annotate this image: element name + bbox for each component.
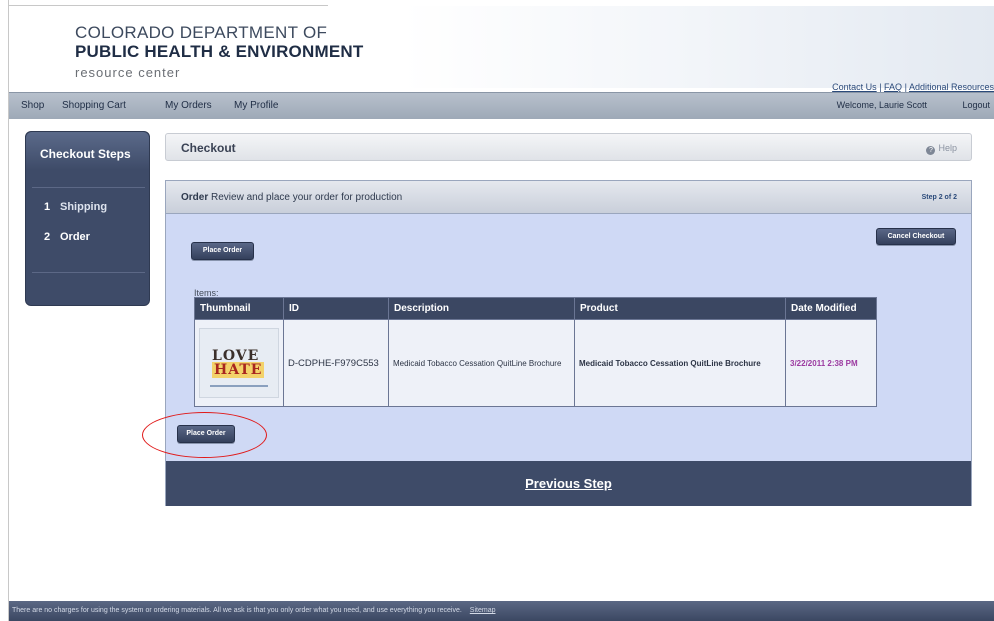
- logo-line-1: COLORADO DEPARTMENT OF: [75, 23, 328, 42]
- help-label: Help: [938, 143, 957, 153]
- sitemap-link[interactable]: Sitemap: [470, 607, 496, 614]
- place-order-button-top[interactable]: Place Order: [191, 242, 254, 260]
- site-header: COLORADO DEPARTMENT OF PUBLIC HEALTH & E…: [9, 6, 994, 92]
- additional-resources-link[interactable]: Additional Resources: [909, 82, 994, 92]
- items-table: Thumbnail ID Description Product Date Mo…: [194, 297, 877, 407]
- page: COLORADO DEPARTMENT OF PUBLIC HEALTH & E…: [0, 0, 994, 621]
- page-title: Checkout: [181, 141, 236, 155]
- thumbnail-cell: LOVE HATE: [194, 319, 284, 407]
- step-label: Shipping: [60, 201, 108, 213]
- sidebar-title: Checkout Steps: [26, 132, 149, 170]
- col-date-modified: Date Modified: [785, 297, 877, 320]
- logo-line-2: PUBLIC HEALTH & ENVIRONMENT: [75, 42, 364, 61]
- order-heading: Order Review and place your order for pr…: [181, 192, 402, 203]
- order-panel: Order Review and place your order for pr…: [165, 180, 972, 506]
- order-panel-header: Order Review and place your order for pr…: [166, 181, 971, 214]
- step-number: 1: [44, 201, 51, 213]
- col-thumbnail: Thumbnail: [194, 297, 284, 320]
- utility-links: Contact Us | FAQ | Additional Resources: [832, 82, 994, 92]
- logo[interactable]: COLORADO DEPARTMENT OF PUBLIC HEALTH & E…: [75, 23, 364, 81]
- checkout-header: Checkout ? Help: [165, 133, 972, 161]
- previous-step-bar: Previous Step: [166, 461, 971, 506]
- table-header-row: Thumbnail ID Description Product Date Mo…: [194, 297, 877, 320]
- item-description: Medicaid Tobacco Cessation QuitLine Broc…: [388, 319, 575, 407]
- nav-my-profile[interactable]: My Profile: [234, 100, 278, 111]
- logo-line-3: resource center: [75, 65, 181, 80]
- step-shipping[interactable]: 1 Shipping: [44, 201, 107, 213]
- step-indicator: Step 2 of 2: [921, 194, 957, 201]
- item-date-modified: 3/22/2011 2:38 PM: [785, 319, 877, 407]
- item-product: Medicaid Tobacco Cessation QuitLine Broc…: [574, 319, 786, 407]
- welcome-text: Welcome, Laurie Scott: [836, 100, 927, 110]
- nav-shopping-cart[interactable]: Shopping Cart: [62, 100, 126, 111]
- col-product: Product: [574, 297, 786, 320]
- checkout-steps-sidebar: Checkout Steps 1 Shipping 2 Order: [25, 131, 150, 306]
- step-label: Order: [60, 231, 90, 243]
- previous-step-link[interactable]: Previous Step: [166, 476, 971, 491]
- item-id: D-CDPHE-F979C553: [283, 319, 389, 407]
- footer-message: There are no charges for using the syste…: [12, 607, 462, 614]
- help-icon: ?: [926, 146, 936, 155]
- logout-link[interactable]: Logout: [962, 100, 990, 110]
- thumbnail-fine-print: [210, 385, 268, 387]
- annotation-circle: [142, 412, 267, 458]
- steps-list: 1 Shipping 2 Order: [32, 187, 145, 273]
- step-number: 2: [44, 231, 51, 243]
- main-nav: Shop Shopping Cart My Orders My Profile …: [9, 92, 994, 119]
- step-order: 2 Order: [44, 231, 90, 243]
- table-row: LOVE HATE D-CDPHE-F979C553 Medicaid Toba…: [194, 319, 877, 407]
- cancel-checkout-button[interactable]: Cancel Checkout: [876, 228, 956, 245]
- order-heading-desc: Review and place your order for producti…: [211, 192, 403, 203]
- contact-us-link[interactable]: Contact Us: [832, 82, 877, 92]
- thumbnail-text-bottom: HATE: [212, 362, 265, 378]
- site-footer: There are no charges for using the syste…: [9, 601, 994, 621]
- col-id: ID: [283, 297, 389, 320]
- faq-link[interactable]: FAQ: [884, 82, 902, 92]
- col-description: Description: [388, 297, 575, 320]
- nav-shop[interactable]: Shop: [21, 100, 44, 111]
- help-link[interactable]: ? Help: [926, 143, 957, 155]
- nav-my-orders[interactable]: My Orders: [165, 100, 212, 111]
- product-thumbnail[interactable]: LOVE HATE: [199, 328, 279, 398]
- order-heading-bold: Order: [181, 192, 209, 203]
- footer-text: There are no charges for using the syste…: [12, 607, 495, 614]
- separator: |: [879, 82, 882, 92]
- separator: |: [904, 82, 907, 92]
